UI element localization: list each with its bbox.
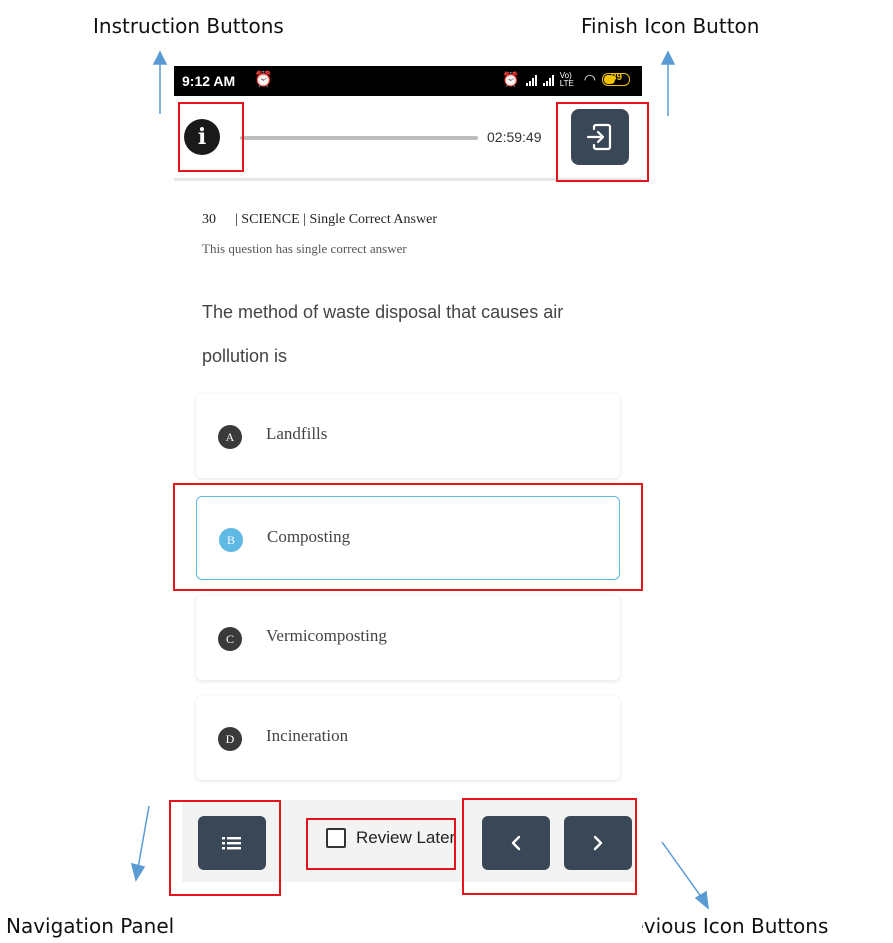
- option-d[interactable]: D Incineration: [196, 696, 620, 780]
- question-subject: | SCIENCE | Single Correct Answer: [235, 212, 437, 227]
- option-letter: D: [218, 727, 242, 751]
- question-meta: 30 | SCIENCE | Single Correct Answer: [202, 212, 437, 228]
- question-hint: This question has single correct answer: [202, 241, 407, 256]
- arrow-next-prev: [661, 841, 703, 899]
- option-c[interactable]: C Vermicomposting: [196, 596, 620, 680]
- signal-icon: [525, 74, 537, 86]
- battery-icon: 39: [602, 72, 630, 86]
- question-number: 30: [202, 212, 216, 227]
- signal-icon-2: [542, 74, 554, 86]
- status-bar: 9:12 AM ⏰ ⏰ Vo) LTE ◠ 39: [174, 66, 642, 96]
- option-a[interactable]: A Landfills: [196, 394, 620, 478]
- highlight-finish-button: [556, 102, 649, 182]
- option-text: Vermicomposting: [266, 626, 387, 645]
- alarm-icon: ⏰: [254, 71, 273, 88]
- option-letter: C: [218, 627, 242, 651]
- alarm-status-icon: ⏰: [502, 71, 520, 87]
- highlight-next-prev-buttons: [462, 798, 637, 895]
- option-text: Incineration: [266, 726, 349, 745]
- arrow-navigation: [137, 805, 150, 869]
- annotation-instruction-buttons: Instruction Buttons: [93, 14, 284, 38]
- option-letter: A: [218, 425, 242, 449]
- status-icons: ⏰ Vo) LTE ◠ 39: [502, 71, 630, 88]
- option-text: Landfills: [266, 424, 328, 443]
- timer-progress-bar: [240, 136, 478, 140]
- highlight-selected-option: [173, 483, 643, 591]
- highlight-review-later: [306, 818, 456, 870]
- highlight-navigation-button: [169, 800, 281, 896]
- timer: 02:59:49: [487, 129, 542, 145]
- volte-icon: Vo) LTE: [559, 70, 574, 88]
- annotation-finish-icon-button: Finish Icon Button: [581, 14, 760, 38]
- highlight-instruction-button: [178, 102, 244, 172]
- status-time: 9:12 AM: [182, 73, 236, 89]
- question-text: The method of waste disposal that causes…: [202, 302, 564, 366]
- wifi-icon: ◠: [583, 71, 596, 87]
